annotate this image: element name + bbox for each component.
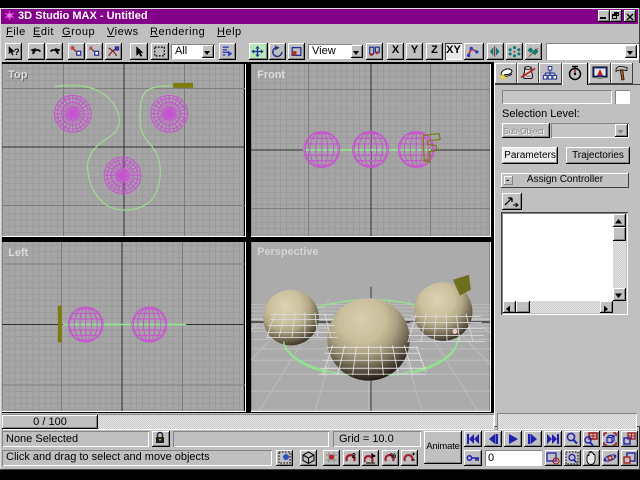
svg-text:Top: Top (8, 69, 28, 81)
svg-text:Left: Left (8, 247, 28, 259)
svg-text:Front: Front (257, 69, 285, 81)
svg-text:%: % (390, 453, 397, 460)
svg-text:Perspective: Perspective (257, 246, 318, 258)
svg-text:2: 2 (352, 453, 356, 460)
svg-text:?: ? (14, 47, 20, 58)
